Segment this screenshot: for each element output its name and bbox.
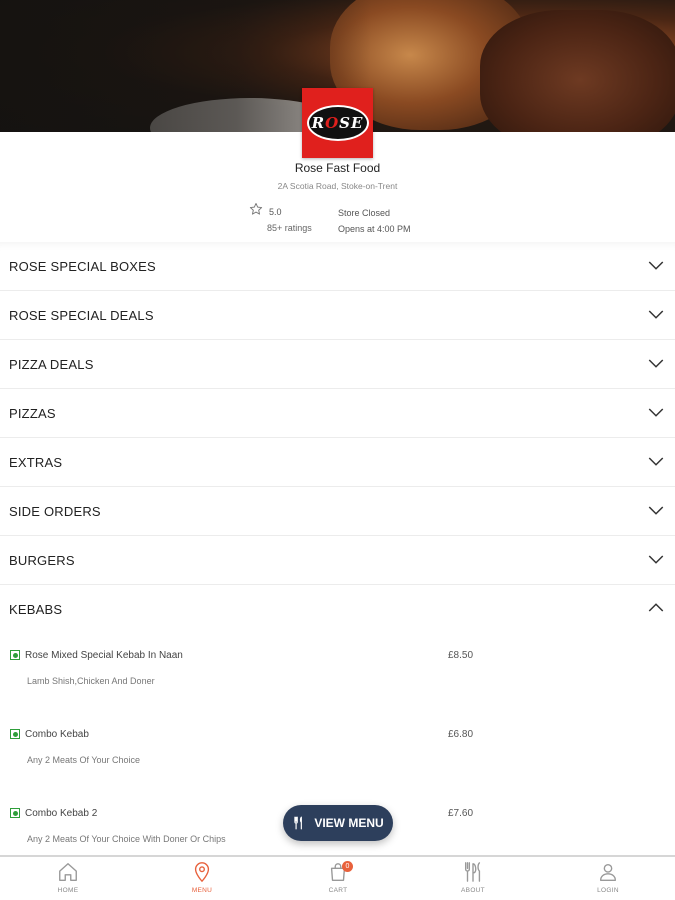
bottom-tab-bar: HOME MENU 0 CART ABOUT LOGIN xyxy=(0,855,675,900)
chevron-down-icon xyxy=(648,408,664,417)
rating-count: 85+ ratings xyxy=(267,223,312,233)
menu-category-list: ROSE SPECIAL BOXES ROSE SPECIAL DEALS PI… xyxy=(0,242,675,634)
chevron-down-icon xyxy=(648,457,664,466)
chevron-down-icon xyxy=(648,359,664,368)
category-label: KEBABS xyxy=(9,602,63,617)
item-name: Combo Kebab xyxy=(25,729,89,740)
item-name: Rose Mixed Special Kebab In Naan xyxy=(25,650,183,661)
category-extras[interactable]: EXTRAS xyxy=(0,438,675,487)
view-menu-button[interactable]: VIEW MENU xyxy=(283,805,393,841)
category-label: ROSE SPECIAL BOXES xyxy=(9,259,156,274)
category-pizzas[interactable]: PIZZAS xyxy=(0,389,675,438)
chevron-down-icon xyxy=(648,261,664,270)
tab-home[interactable]: HOME xyxy=(28,861,108,894)
store-status: Store Closed Opens at 4:00 PM xyxy=(338,205,411,237)
category-label: EXTRAS xyxy=(9,455,63,470)
chevron-down-icon xyxy=(648,310,664,319)
category-label: PIZZA DEALS xyxy=(9,357,94,372)
item-name: Combo Kebab 2 xyxy=(25,808,98,819)
category-kebabs[interactable]: KEBABS xyxy=(0,585,675,634)
category-label: PIZZAS xyxy=(9,406,56,421)
tab-label: MENU xyxy=(191,887,213,894)
tab-menu[interactable]: MENU xyxy=(162,861,242,894)
opening-time-text: Opens at 4:00 PM xyxy=(338,224,411,234)
view-menu-label: VIEW MENU xyxy=(314,816,384,830)
menu-item[interactable]: Combo Kebab £6.80 Any 2 Meats Of Your Ch… xyxy=(0,715,675,794)
category-pizza-deals[interactable]: PIZZA DEALS xyxy=(0,340,675,389)
cart-count-badge: 0 xyxy=(342,861,353,872)
item-description: Lamb Shish,Chicken And Doner xyxy=(27,676,155,686)
category-side-orders[interactable]: SIDE ORDERS xyxy=(0,487,675,536)
item-price: £8.50 xyxy=(448,650,474,661)
rating-value: 5.0 xyxy=(269,207,282,217)
star-icon xyxy=(249,202,263,215)
tab-about[interactable]: ABOUT xyxy=(433,861,513,894)
category-rose-special-deals[interactable]: ROSE SPECIAL DEALS xyxy=(0,291,675,340)
cutlery-icon xyxy=(294,816,303,830)
veg-indicator-icon xyxy=(10,729,20,739)
tab-login[interactable]: LOGIN xyxy=(568,861,648,894)
tab-label: HOME xyxy=(57,887,79,894)
cutlery-icon xyxy=(464,862,481,882)
store-closed-text: Store Closed xyxy=(338,208,391,218)
tab-cart[interactable]: 0 CART xyxy=(298,861,378,894)
tab-label: ABOUT xyxy=(461,887,485,894)
category-burgers[interactable]: BURGERS xyxy=(0,536,675,585)
store-address: 2A Scotia Road, Stoke-on-Trent xyxy=(277,181,398,191)
store-name: Rose Fast Food xyxy=(294,161,381,175)
category-label: SIDE ORDERS xyxy=(9,504,101,519)
user-icon xyxy=(599,863,617,881)
tab-label: CART xyxy=(328,887,348,894)
item-price: £7.60 xyxy=(448,808,474,819)
veg-indicator-icon xyxy=(10,650,20,660)
home-icon xyxy=(59,863,77,881)
veg-indicator-icon xyxy=(10,808,20,818)
chevron-up-icon xyxy=(648,603,664,612)
menu-item[interactable]: Rose Mixed Special Kebab In Naan £8.50 L… xyxy=(0,636,675,715)
category-rose-special-boxes[interactable]: ROSE SPECIAL BOXES xyxy=(0,242,675,291)
category-label: ROSE SPECIAL DEALS xyxy=(9,308,154,323)
chevron-down-icon xyxy=(648,555,664,564)
tab-label: LOGIN xyxy=(597,887,619,894)
item-description: Any 2 Meats Of Your Choice With Doner Or… xyxy=(27,834,226,844)
item-description: Any 2 Meats Of Your Choice xyxy=(27,755,141,765)
category-label: BURGERS xyxy=(9,553,75,568)
store-logo: ROSE xyxy=(302,88,373,158)
item-price: £6.80 xyxy=(448,729,474,740)
location-pin-icon xyxy=(194,862,210,883)
chevron-down-icon xyxy=(648,506,664,515)
